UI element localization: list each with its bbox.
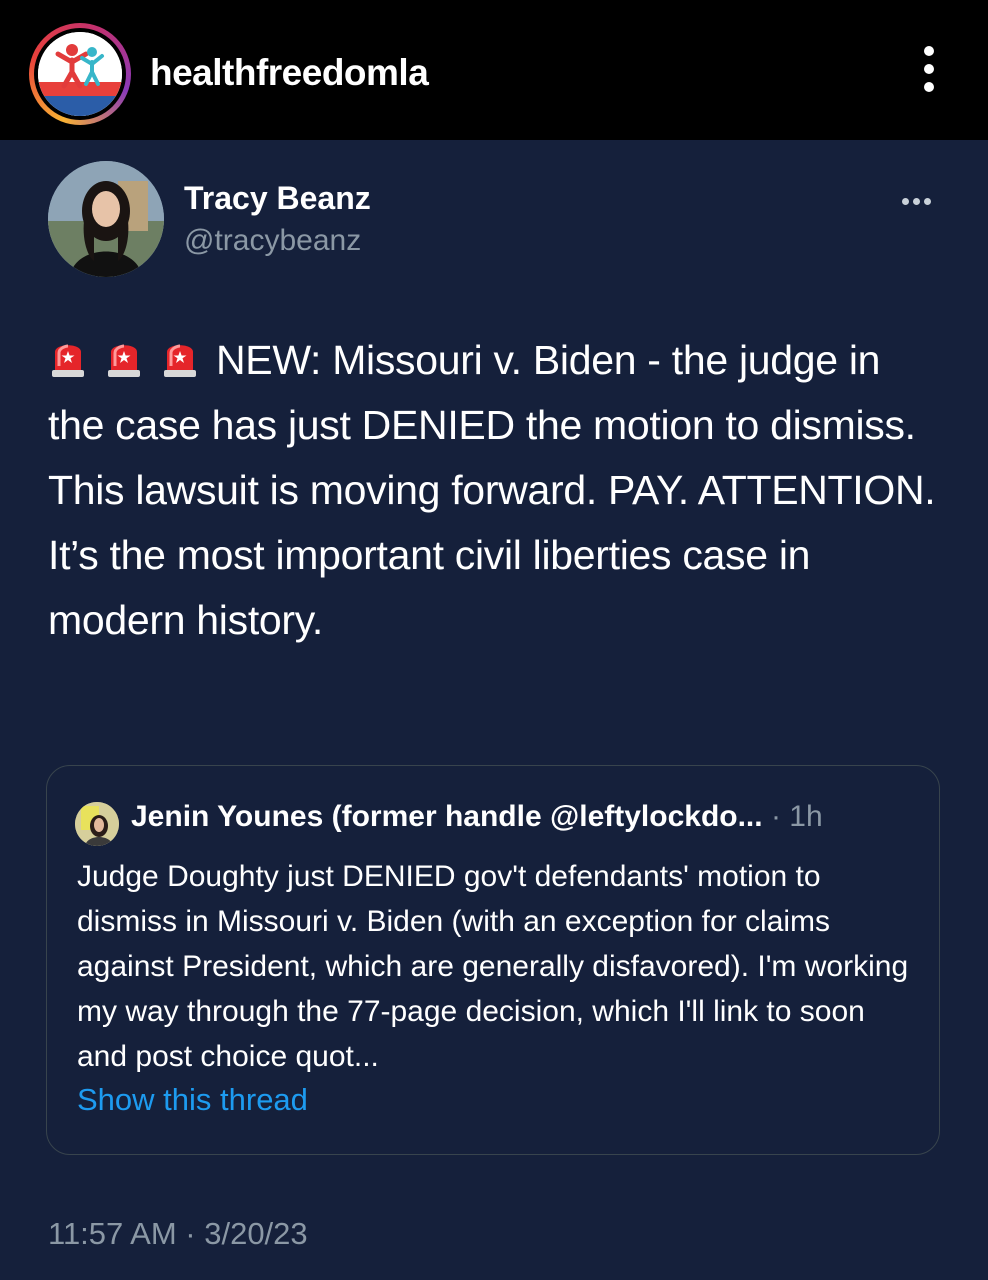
quoted-author-avatar xyxy=(75,802,119,846)
account-username[interactable]: healthfreedomla xyxy=(150,52,429,94)
author-name[interactable]: Tracy Beanz xyxy=(184,180,371,217)
account-avatar[interactable] xyxy=(29,23,131,125)
health-freedom-logo-icon xyxy=(38,32,122,116)
quoted-tweet[interactable]: Jenin Younes (former handle @leftylockdo… xyxy=(46,765,940,1155)
quoted-tweet-header: Jenin Younes (former handle @leftylockdo… xyxy=(131,800,931,834)
quoted-tweet-time: · 1h xyxy=(762,800,823,833)
kebab-vertical-icon[interactable] xyxy=(914,46,944,96)
tweet-text-block: NEW: Missouri v. Biden - the judge in th… xyxy=(48,328,938,653)
author-avatar[interactable] xyxy=(48,161,164,277)
police-siren-emoji-icon xyxy=(48,332,88,377)
ellipsis-horizontal-icon[interactable] xyxy=(902,192,942,205)
author-handle[interactable]: @tracybeanz xyxy=(184,224,361,258)
post-header: healthfreedomla xyxy=(0,0,988,140)
tweet-card: Tracy Beanz @tracybeanz NEW: Missouri v.… xyxy=(0,140,988,1280)
quoted-author-name[interactable]: Jenin Younes (former handle @leftylockdo… xyxy=(131,800,763,833)
police-siren-emoji-icon xyxy=(104,332,144,377)
police-siren-emoji-icon xyxy=(160,332,200,377)
quoted-tweet-text: Judge Doughty just DENIED gov't defendan… xyxy=(77,860,909,1073)
tweet-timestamp[interactable]: 11:57 AM · 3/20/23 xyxy=(48,1216,308,1252)
show-thread-link[interactable]: Show this thread xyxy=(77,1082,308,1118)
tweet-text: NEW: Missouri v. Biden - the judge in th… xyxy=(48,337,936,643)
